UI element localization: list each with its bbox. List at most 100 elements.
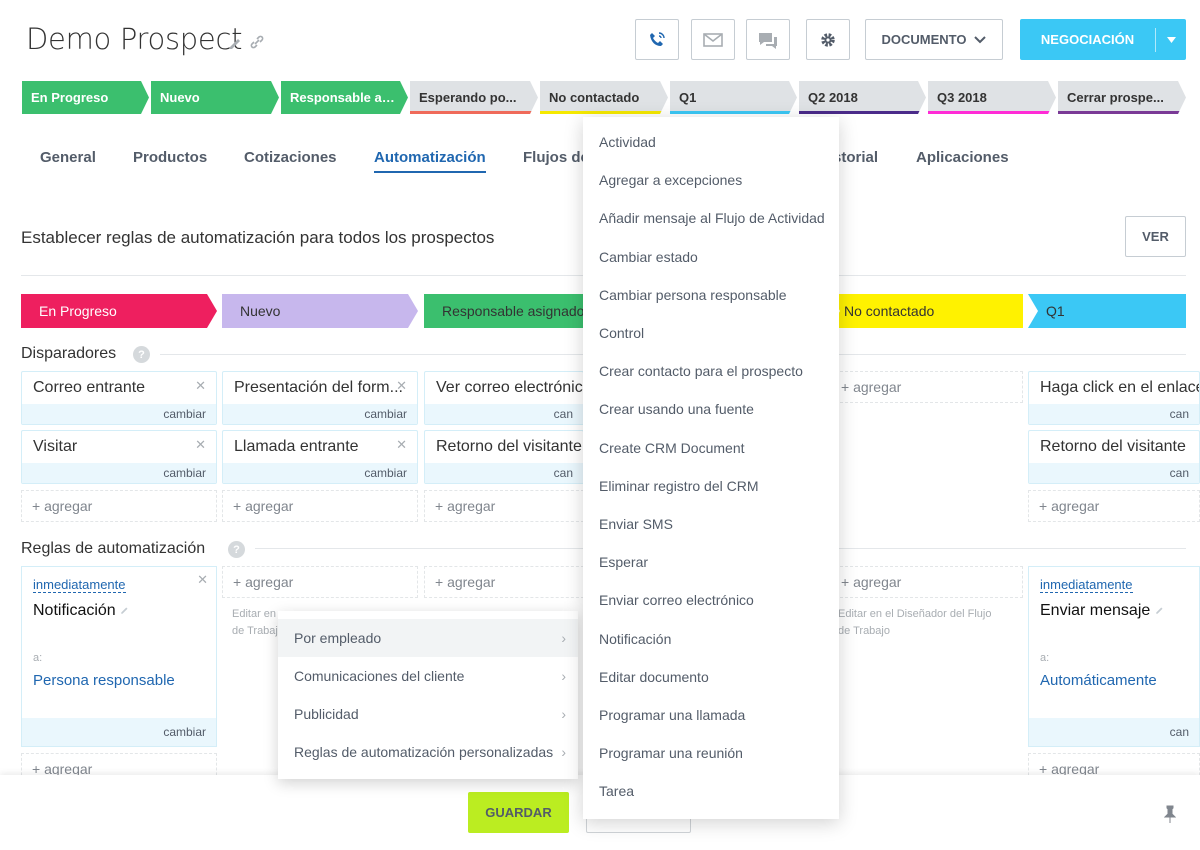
tab-2[interactable]: Cotizaciones <box>244 149 337 166</box>
help-icon[interactable]: ? <box>228 541 245 558</box>
action-menu-item[interactable]: Agregar a excepciones <box>583 161 839 199</box>
change-link[interactable]: can <box>425 463 583 483</box>
add-trigger-button[interactable]: + agregar <box>222 490 418 522</box>
stage-label: Esperando po... <box>419 90 517 105</box>
add-trigger-button[interactable]: + agregar <box>21 490 217 522</box>
stage-6[interactable]: Q2 2018 <box>799 81 926 114</box>
trigger-card[interactable]: Correo entrante cambiar ✕ <box>21 371 217 425</box>
tab-3[interactable]: Automatización <box>374 149 486 173</box>
recipient-link[interactable]: Automáticamente <box>1040 672 1157 689</box>
action-menu-item[interactable]: Eliminar registro del CRM <box>583 467 839 505</box>
trigger-card[interactable]: Ver correo electrónico can <box>424 371 584 425</box>
action-menu-item[interactable]: Esperar <box>583 543 839 581</box>
stage-3[interactable]: Esperando po... <box>410 81 538 114</box>
edit-title-icon[interactable] <box>228 35 244 56</box>
action-menu-item[interactable]: Enviar correo electrónico <box>583 581 839 619</box>
submenu-item[interactable]: Publicidad › <box>278 695 578 733</box>
submenu-item[interactable]: Comunicaciones del cliente › <box>278 657 578 695</box>
pipeline-stage-3[interactable]: No contactado <box>830 294 1023 328</box>
pipeline-stage-0[interactable]: En Progreso <box>21 294 217 328</box>
edit-icon[interactable] <box>120 605 130 615</box>
save-button[interactable]: GUARDAR <box>468 792 569 833</box>
trigger-card[interactable]: Retorno del visitante can <box>424 430 584 484</box>
pipeline-stage-2[interactable]: Responsable asignado <box>424 294 584 328</box>
stage-7[interactable]: Q3 2018 <box>928 81 1056 114</box>
negotiation-dropdown-toggle[interactable] <box>1156 36 1186 43</box>
add-trigger-button[interactable]: + agregar <box>424 490 584 522</box>
stage-2[interactable]: Responsable asignado <box>281 81 408 114</box>
recipient-link[interactable]: Persona responsable <box>33 672 175 689</box>
document-dropdown[interactable]: DOCUMENTO <box>865 19 1003 60</box>
trigger-card[interactable]: Retorno del visitante can <box>1028 430 1200 484</box>
action-menu-item[interactable]: Añadir mensaje al Flujo de Actividad <box>583 199 839 237</box>
close-icon[interactable]: ✕ <box>195 437 206 453</box>
pipeline-stage-4[interactable]: Q1 <box>1028 294 1186 328</box>
stage-0[interactable]: En Progreso <box>22 81 149 114</box>
trigger-name: Visitar <box>33 438 78 455</box>
tab-4[interactable]: Flujos de <box>523 149 589 166</box>
chat-button[interactable] <box>746 19 790 60</box>
action-menu-item[interactable]: Notificación <box>583 619 839 657</box>
action-menu-item[interactable]: Programar una reunión <box>583 734 839 772</box>
phone-icon <box>650 31 665 46</box>
stage-8[interactable]: Cerrar prospe... <box>1058 81 1186 114</box>
change-link[interactable]: can <box>1029 404 1199 424</box>
call-button[interactable] <box>635 19 679 60</box>
submenu-item[interactable]: Por empleado › <box>278 619 578 657</box>
pipeline-stage-1[interactable]: Nuevo <box>222 294 418 328</box>
add-rule-button[interactable]: + agregar <box>830 566 1023 598</box>
rule-card[interactable]: inmediatamente ✕ Notificación a: Persona… <box>21 566 217 747</box>
change-link[interactable]: cambiar <box>223 463 417 483</box>
stage-4[interactable]: No contactado <box>540 81 668 114</box>
email-button[interactable] <box>691 19 735 60</box>
change-link[interactable]: cambiar <box>22 718 216 746</box>
action-menu-item[interactable]: Enviar SMS <box>583 505 839 543</box>
close-icon[interactable]: ✕ <box>197 572 208 588</box>
tab-6[interactable]: Aplicaciones <box>916 149 1009 166</box>
add-trigger-button[interactable]: + agregar <box>1028 490 1200 522</box>
stage-5[interactable]: Q1 <box>670 81 797 114</box>
link-icon[interactable] <box>249 34 265 55</box>
rule-card[interactable]: inmediatamente Enviar mensaje a: Automát… <box>1028 566 1200 747</box>
settings-button[interactable] <box>806 19 850 60</box>
close-icon[interactable]: ✕ <box>396 378 407 394</box>
tab-1[interactable]: Productos <box>133 149 207 166</box>
action-menu-item[interactable]: Cambiar estado <box>583 238 839 276</box>
stage-label: Q2 2018 <box>808 90 858 105</box>
change-link[interactable]: can <box>425 404 583 424</box>
edit-icon[interactable] <box>1155 605 1165 615</box>
close-icon[interactable]: ✕ <box>195 378 206 394</box>
trigger-card[interactable]: Presentación del form... cambiar ✕ <box>222 371 418 425</box>
view-button[interactable]: VER <box>1125 216 1186 257</box>
rule-timing[interactable]: inmediatamente <box>1040 578 1133 593</box>
action-menu-item[interactable]: Tarea <box>583 772 839 810</box>
document-label: DOCUMENTO <box>881 32 967 47</box>
rule-timing[interactable]: inmediatamente <box>33 578 126 593</box>
change-link[interactable]: cambiar <box>22 404 216 424</box>
change-link[interactable]: cambiar <box>22 463 216 483</box>
change-link[interactable]: cambiar <box>223 404 417 424</box>
action-menu-item[interactable]: Programar una llamada <box>583 696 839 734</box>
negotiation-button[interactable]: NEGOCIACIÓN <box>1020 19 1186 60</box>
add-rule-button[interactable]: + agregar <box>222 566 418 598</box>
trigger-card[interactable]: Haga click en el enlace can <box>1028 371 1200 425</box>
submenu-item[interactable]: Reglas de automatización personalizadas › <box>278 733 578 771</box>
close-icon[interactable]: ✕ <box>396 437 407 453</box>
stage-1[interactable]: Nuevo <box>151 81 279 114</box>
action-menu-item[interactable]: Control <box>583 314 839 352</box>
add-trigger-button[interactable]: + agregar <box>830 371 1023 403</box>
help-icon[interactable]: ? <box>133 346 150 363</box>
action-menu-item[interactable]: Crear usando una fuente <box>583 390 839 428</box>
action-menu-item[interactable]: Cambiar persona responsable <box>583 276 839 314</box>
trigger-card[interactable]: Llamada entrante cambiar ✕ <box>222 430 418 484</box>
action-menu-item[interactable]: Create CRM Document <box>583 429 839 467</box>
add-rule-button[interactable]: + agregar <box>424 566 584 598</box>
action-menu-item[interactable]: Actividad <box>583 123 839 161</box>
change-link[interactable]: can <box>1029 463 1199 483</box>
pin-icon[interactable] <box>1163 805 1177 828</box>
change-link[interactable]: can <box>1029 718 1199 746</box>
action-menu-item[interactable]: Editar documento <box>583 658 839 696</box>
trigger-card[interactable]: Visitar cambiar ✕ <box>21 430 217 484</box>
action-menu-item[interactable]: Crear contacto para el prospecto <box>583 352 839 390</box>
tab-0[interactable]: General <box>40 149 96 166</box>
